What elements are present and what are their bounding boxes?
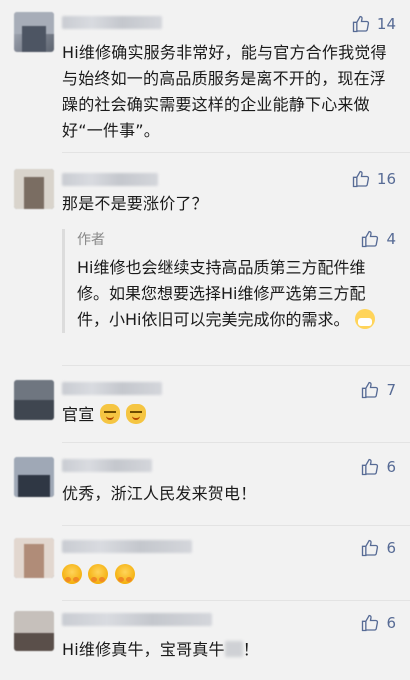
reply-text: Hi维修也会继续支持高品质第三方配件维修。如果您想要选择Hi维修严选第三方配件，… — [77, 255, 395, 333]
like-button[interactable]: 6 — [360, 457, 396, 477]
comment-text-tail: ！ — [242, 640, 259, 659]
divider — [62, 525, 410, 526]
divider — [62, 152, 410, 153]
comment-text: Hi维修真牛，宝哥真牛 ！ — [62, 637, 400, 663]
thumbs-up-icon — [352, 170, 370, 188]
avatar[interactable] — [14, 538, 54, 578]
thumbs-up-icon — [362, 230, 379, 248]
like-button[interactable]: 6 — [360, 538, 396, 558]
like-button[interactable]: 16 — [351, 169, 396, 189]
avatar[interactable] — [14, 12, 54, 52]
like-count: 4 — [386, 230, 396, 248]
avatar[interactable] — [14, 380, 54, 420]
cat-emoji — [126, 404, 146, 424]
comment-text-content: 官宣 — [62, 405, 95, 424]
comment-text: 优秀，浙江人民发来贺电！ — [62, 484, 257, 503]
comment-text: 官宣 — [62, 402, 400, 428]
avatar[interactable] — [14, 457, 54, 497]
reply-like-button[interactable]: 4 — [360, 229, 396, 249]
like-count: 6 — [386, 614, 396, 632]
thumbs-up-icon — [362, 539, 379, 557]
like-count: 6 — [386, 458, 396, 476]
username-blurred[interactable] — [62, 382, 162, 395]
reply-text-content: Hi维修也会继续支持高品质第三方配件维修。如果您想要选择Hi维修严选第三方配件，… — [77, 258, 366, 329]
thumbs-up-icon — [362, 614, 379, 632]
like-button[interactable]: 6 — [360, 613, 396, 633]
thumbs-up-icon — [362, 381, 379, 399]
avatar[interactable] — [14, 169, 54, 209]
mask-emoji — [354, 309, 375, 329]
like-count: 14 — [376, 15, 396, 33]
thumbs-up-icon — [352, 15, 370, 33]
username-blurred[interactable] — [62, 459, 152, 472]
blurred-word — [224, 641, 243, 657]
thumbs-up-icon — [362, 458, 379, 476]
divider — [62, 365, 410, 366]
divider — [62, 600, 410, 601]
like-count: 16 — [376, 170, 396, 188]
hug-emoji — [114, 564, 135, 584]
comment-text: Hi维修确实服务非常好，能与官方合作我觉得与始终如一的高品质服务是离不开的，现在… — [62, 43, 387, 140]
hug-emoji — [62, 564, 82, 584]
username-blurred[interactable] — [62, 540, 192, 553]
comment-text-content: Hi维修真牛，宝哥真牛 — [62, 640, 225, 659]
like-button[interactable]: 7 — [360, 380, 396, 400]
username-blurred[interactable] — [62, 16, 162, 29]
like-button[interactable]: 14 — [351, 14, 396, 34]
comment-feed: 14 Hi维修确实服务非常好，能与官方合作我觉得与始终如一的高品质服务是离不开的… — [0, 0, 410, 680]
comment-text — [62, 562, 400, 588]
reply-author: 作者 — [77, 232, 105, 248]
like-count: 7 — [386, 381, 396, 399]
username-blurred[interactable] — [62, 613, 212, 626]
cat-emoji — [99, 404, 120, 424]
author-reply: 作者 Hi维修也会继续支持高品质第三方配件维修。如果您想要选择Hi维修严选第三方… — [62, 229, 402, 333]
avatar[interactable] — [14, 611, 54, 651]
hug-emoji — [88, 564, 109, 584]
like-count: 6 — [386, 539, 396, 557]
username-blurred[interactable] — [62, 173, 158, 186]
divider — [62, 442, 410, 443]
comment-text: 那是不是要涨价了？ — [62, 194, 208, 213]
